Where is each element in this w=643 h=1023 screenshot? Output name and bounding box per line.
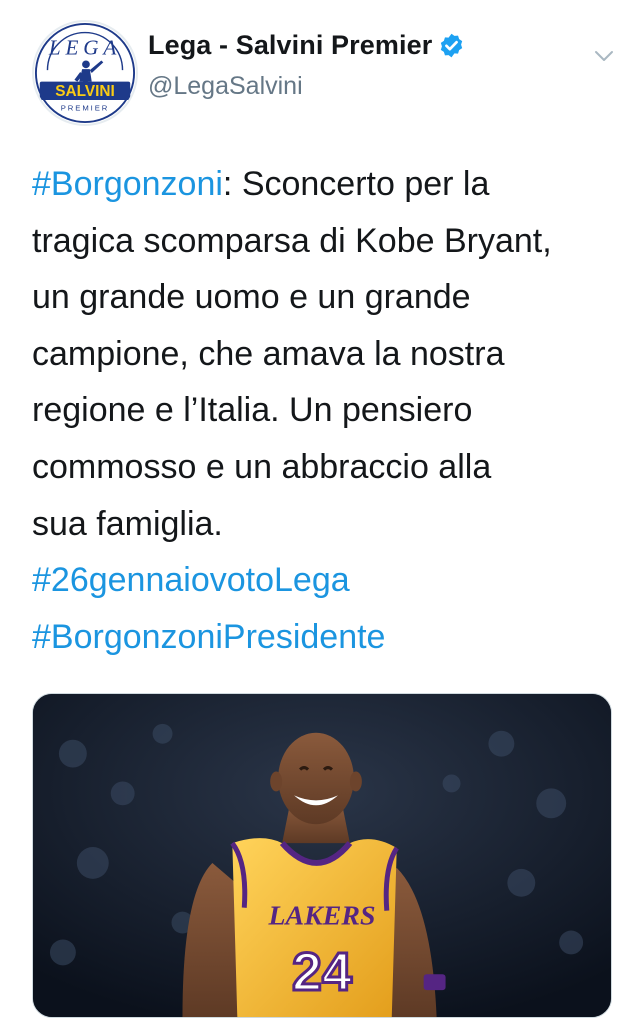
- tweet-line: un grande uomo e un grande: [32, 278, 471, 317]
- hashtag-26gennaiovotolega[interactable]: #26gennaiovotoLega: [32, 552, 632, 609]
- tweet-line: campione, che amava la nostra: [32, 334, 505, 373]
- tweet-media-image[interactable]: LAKERS 24: [32, 693, 612, 1018]
- profile-avatar[interactable]: LEGA SALVINI PREMIER: [32, 20, 138, 126]
- tweet-line: commosso e un abbraccio alla: [32, 447, 492, 486]
- logo-top-text: LEGA: [48, 36, 121, 60]
- hashtag-borgonzoni[interactable]: #Borgonzoni: [32, 165, 223, 203]
- tweet-line: regione e l’Italia. Un pensiero: [32, 391, 473, 430]
- tweet-text: #Borgonzoni: Sconcerto per la tragica sc…: [32, 156, 632, 665]
- name-row: Lega - Salvini Premier: [148, 30, 465, 61]
- verified-badge-icon: [438, 32, 465, 59]
- hashtag-borgonzonipresidente[interactable]: #BorgonzoniPresidente: [32, 609, 632, 666]
- logo-ribbon-text: SALVINI: [55, 83, 115, 100]
- tweet-line-text: : Sconcerto per la: [222, 165, 490, 203]
- jersey-number-text: 24: [292, 942, 352, 1002]
- jersey-team-text: LAKERS: [268, 901, 376, 932]
- display-name[interactable]: Lega - Salvini Premier: [148, 30, 432, 61]
- tweet-line: sua famiglia.: [32, 504, 223, 543]
- chevron-down-icon[interactable]: [592, 44, 616, 68]
- logo-sub-text: PREMIER: [61, 104, 110, 113]
- tweet-card[interactable]: LEGA SALVINI PREMIER Lega - Salvini Prem…: [0, 0, 643, 1023]
- lega-logo-icon: LEGA SALVINI PREMIER: [34, 22, 136, 124]
- tweet-line: tragica scomparsa di Kobe Bryant,: [32, 221, 552, 260]
- user-handle[interactable]: @LegaSalvini: [148, 72, 303, 101]
- tweet-line: #Borgonzoni: Sconcerto per la: [32, 156, 632, 213]
